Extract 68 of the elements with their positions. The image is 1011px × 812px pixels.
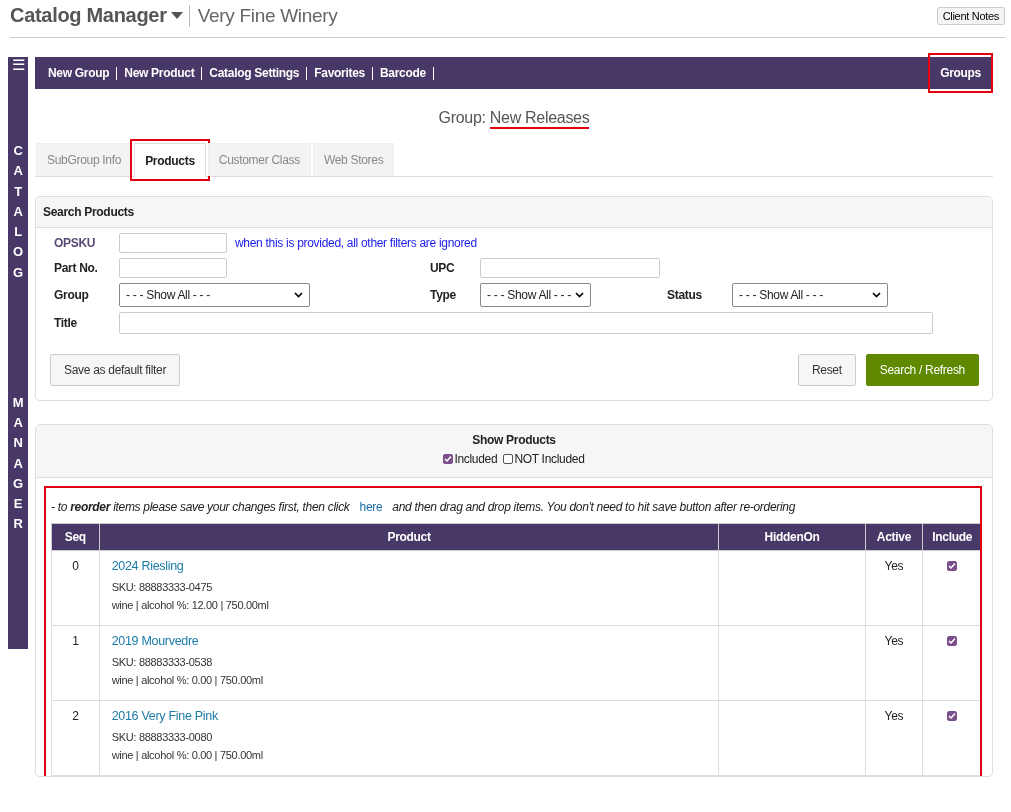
nav-link[interactable]: Favorites: [307, 66, 373, 80]
field-label: Status: [667, 288, 703, 302]
column-header: HiddenOn: [718, 523, 866, 551]
checkbox[interactable]: [443, 454, 454, 464]
product-details: wine | alcohol %: 0.00 | 750.00ml: [111, 674, 264, 686]
seq-cell: 0: [51, 550, 100, 626]
checkbox-label: NOT Included: [514, 452, 585, 466]
here-link[interactable]: here: [359, 500, 383, 514]
chevron-icon: [294, 292, 303, 298]
chevron-icon: [575, 292, 584, 298]
panel-title: Search Products: [36, 197, 992, 228]
reorder-note: - to reorder items please save your changes first, then click: [51, 500, 350, 514]
menu-icon[interactable]: ☰: [11, 57, 25, 73]
product-link[interactable]: 2024 Riesling: [111, 559, 707, 573]
field-label: UPC: [430, 261, 456, 275]
active-cell: Yes: [865, 625, 923, 701]
nav-link[interactable]: New Product: [117, 66, 203, 80]
seq-cell: 1: [51, 625, 100, 701]
column-header: Active: [865, 523, 923, 551]
part-field[interactable]: [119, 258, 227, 278]
opsku-field[interactable]: [119, 233, 227, 253]
sku-text: SKU: 88883333-0475: [111, 581, 214, 593]
save-default-button[interactable]: Save as default filter: [50, 354, 181, 386]
field-label: OPSKU: [54, 236, 97, 250]
active-cell: Yes: [865, 700, 923, 776]
product-link[interactable]: 2019 Mourvedre: [111, 634, 707, 648]
column-header: Include: [922, 523, 982, 551]
seq-cell: 2: [51, 700, 100, 776]
product-link[interactable]: 2016 Very Fine Pink: [111, 709, 707, 723]
reorder-note: and then drag and drop items. You don't need to hit save button after re-ordering: [392, 500, 796, 514]
nav-link[interactable]: New Group: [41, 66, 118, 80]
side-panel[interactable]: ☰ CATALOG MANAGER: [8, 57, 28, 649]
checkbox[interactable]: [947, 711, 958, 721]
company-name: Very Fine Winery: [188, 4, 338, 27]
client-notes-button[interactable]: Client Notes: [936, 6, 1005, 25]
sku-text: SKU: 88883333-0538: [111, 656, 214, 668]
field-label: Type: [430, 288, 457, 302]
dropdown[interactable]: - - - Show All - - -: [480, 283, 591, 307]
vertical-label: CATALOG: [12, 142, 24, 282]
checkbox[interactable]: [503, 454, 514, 464]
column-header: Seq: [51, 523, 100, 551]
app-title[interactable]: Catalog Manager: [10, 4, 167, 27]
nav-link[interactable]: Catalog Settings: [202, 66, 308, 80]
chevron-icon: [872, 292, 881, 298]
field-label: Part No.: [54, 261, 99, 275]
sku-text: SKU: 88883333-0080: [111, 731, 214, 743]
product-details: wine | alcohol %: 12.00 | 750.00ml: [111, 599, 270, 611]
checkbox-label: Included: [454, 452, 498, 466]
checkbox[interactable]: [947, 561, 958, 571]
product-details: wine | alcohol %: 0.00 | 750.00ml: [111, 749, 264, 761]
group-name: New Releases: [489, 109, 590, 129]
caret-icon[interactable]: [170, 12, 183, 19]
title-field[interactable]: [119, 312, 933, 334]
vertical-label: MANAGER: [11, 393, 25, 534]
active-cell: Yes: [865, 550, 923, 626]
field-label: Group: [54, 288, 90, 302]
nav-link[interactable]: Barcode: [372, 66, 434, 80]
dropdown[interactable]: - - - Show All - - -: [119, 283, 310, 307]
group-label: Group:: [438, 109, 486, 126]
column-header: Product: [99, 523, 719, 551]
hint-text: when this is provided, all other filters are ignored: [235, 236, 477, 250]
panel-title: Show Products: [471, 433, 557, 447]
upc-field[interactable]: [480, 258, 660, 278]
dropdown[interactable]: - - - Show All - - -: [732, 283, 888, 307]
checkbox[interactable]: [947, 636, 958, 646]
search-button[interactable]: Search / Refresh: [865, 354, 979, 386]
reset-button[interactable]: Reset: [797, 354, 856, 386]
field-label: Title: [54, 316, 78, 330]
